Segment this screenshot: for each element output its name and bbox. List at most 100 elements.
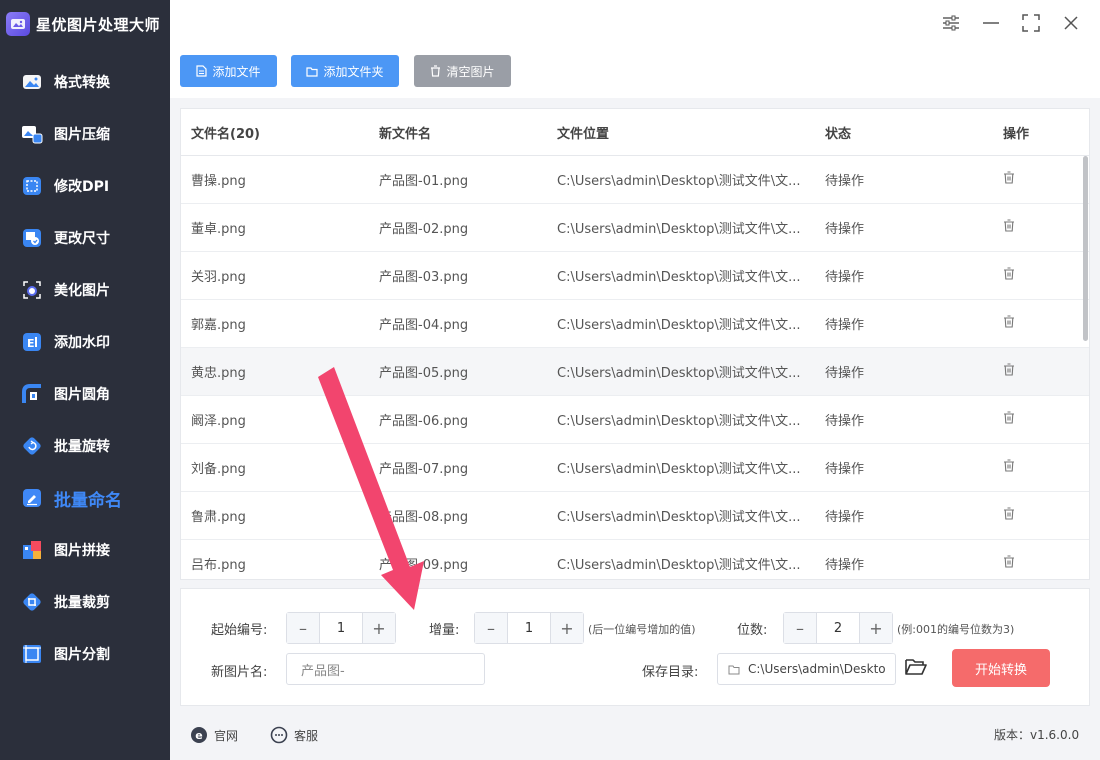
settings-sliders-icon[interactable] — [940, 12, 962, 34]
sidebar-item-11[interactable]: 图片分割 — [0, 628, 170, 680]
table-row[interactable]: 黄忠.png 产品图-05.png C:\Users\admin\Desktop\测… — [181, 348, 1089, 396]
clear-images-label: 清空图片 — [446, 64, 495, 79]
cell-newname: 产品图-09.png — [379, 558, 469, 573]
delete-row-icon[interactable] — [1003, 459, 1063, 476]
delete-row-icon[interactable] — [1003, 315, 1063, 332]
header-filename[interactable]: 文件名(20) — [181, 123, 369, 142]
header-status[interactable]: 状态 — [825, 123, 1003, 142]
cell-location: C:\Users\admin\Desktop\测试文件\文... — [557, 414, 801, 429]
add-folder-button[interactable]: 添加文件夹 — [291, 55, 399, 87]
table-row[interactable]: 关羽.png 产品图-03.png C:\Users\admin\Desktop\测… — [181, 252, 1089, 300]
digits-decrement[interactable]: – — [784, 613, 816, 643]
watermark-icon: E — [20, 330, 44, 354]
increment-input[interactable]: 1 — [507, 613, 551, 643]
digits-hint: (例:001的编号位数为3) — [897, 623, 1015, 636]
cell-location: C:\Users\admin\Desktop\测试文件\文... — [557, 222, 801, 237]
sidebar-item-10[interactable]: 批量裁剪 — [0, 576, 170, 628]
brand: 星优图片处理大师 — [0, 0, 170, 48]
save-dir-label: 保存目录: — [642, 665, 699, 680]
increment-increment[interactable]: + — [551, 613, 583, 643]
sidebar-item-6[interactable]: 图片圆角 — [0, 368, 170, 420]
cell-filename: 刘备.png — [191, 462, 246, 477]
add-folder-label: 添加文件夹 — [323, 64, 384, 79]
sidebar-item-label: 批量命名 — [54, 490, 122, 511]
sidebar-item-label: 修改DPI — [54, 179, 110, 195]
sidebar-item-0[interactable]: 格式转换 — [0, 56, 170, 108]
footer: e 官网 客服 版本：v1.6.0.0 — [170, 712, 1100, 760]
delete-row-icon[interactable] — [1003, 411, 1063, 428]
digits-increment[interactable]: + — [860, 613, 892, 643]
sidebar-item-2[interactable]: 修改DPI — [0, 160, 170, 212]
save-dir-input[interactable]: C:\Users\admin\Deskto — [717, 653, 896, 685]
resize-icon — [20, 226, 44, 250]
sidebar-item-label: 图片圆角 — [54, 387, 110, 403]
sidebar-item-1[interactable]: 图片压缩 — [0, 108, 170, 160]
cell-location: C:\Users\admin\Desktop\测试文件\文... — [557, 462, 801, 477]
cell-newname: 产品图-01.png — [379, 174, 469, 189]
add-file-button[interactable]: 添加文件 — [180, 55, 277, 87]
minimize-icon[interactable] — [980, 12, 1002, 34]
svg-text:e: e — [195, 729, 202, 742]
support-link[interactable]: 客服 — [270, 726, 318, 744]
start-number-input[interactable]: 1 — [319, 613, 363, 643]
table-row[interactable]: 鲁肃.png 产品图-08.png C:\Users\admin\Desktop\测… — [181, 492, 1089, 540]
website-link[interactable]: e 官网 — [190, 726, 238, 744]
cell-status: 待操作 — [825, 270, 865, 285]
maximize-icon[interactable] — [1020, 12, 1042, 34]
app-logo-icon — [6, 12, 30, 36]
increment-label: 增量: — [429, 623, 460, 638]
title-bar — [170, 0, 1100, 48]
sidebar-item-label: 图片拼接 — [54, 543, 110, 559]
rename-settings-panel: 起始编号: – 1 + 增量: – 1 + (后一位编号增加的值) 位数: – … — [180, 588, 1090, 706]
sidebar-item-7[interactable]: 批量旋转 — [0, 420, 170, 472]
cell-filename: 曹操.png — [191, 174, 246, 189]
cell-filename: 吕布.png — [191, 558, 246, 573]
start-convert-button[interactable]: 开始转换 — [952, 649, 1050, 687]
increment-hint: (后一位编号增加的值) — [588, 623, 696, 636]
delete-row-icon[interactable] — [1003, 507, 1063, 524]
increment-decrement[interactable]: – — [475, 613, 507, 643]
stitch-icon — [20, 538, 44, 562]
table-row[interactable]: 董卓.png 产品图-02.png C:\Users\admin\Desktop\测… — [181, 204, 1089, 252]
cell-status: 待操作 — [825, 462, 865, 477]
file-table: 文件名(20) 新文件名 文件位置 状态 操作 曹操.png 产品图-01.png… — [180, 108, 1090, 580]
delete-row-icon[interactable] — [1003, 171, 1063, 188]
sidebar-item-label: 图片分割 — [54, 647, 110, 663]
cell-status: 待操作 — [825, 366, 865, 381]
sidebar-item-8[interactable]: 批量命名 — [0, 472, 170, 524]
start-number-decrement[interactable]: – — [287, 613, 319, 643]
sidebar-item-label: 更改尺寸 — [54, 231, 110, 247]
delete-row-icon[interactable] — [1003, 267, 1063, 284]
start-number-increment[interactable]: + — [363, 613, 395, 643]
ie-browser-icon: e — [191, 727, 207, 743]
delete-row-icon[interactable] — [1003, 555, 1063, 572]
digits-input[interactable]: 2 — [816, 613, 860, 643]
sidebar-item-3[interactable]: 更改尺寸 — [0, 212, 170, 264]
sidebar-item-4[interactable]: 美化图片 — [0, 264, 170, 316]
folder-small-icon — [728, 665, 740, 674]
support-label: 客服 — [294, 728, 319, 743]
version-label: 版本：v1.6.0.0 — [994, 728, 1080, 742]
clear-images-button[interactable]: 清空图片 — [414, 55, 511, 87]
table-row[interactable]: 曹操.png 产品图-01.png C:\Users\admin\Desktop\测… — [181, 156, 1089, 204]
header-location[interactable]: 文件位置 — [557, 123, 825, 142]
image-convert-icon — [20, 70, 44, 94]
close-icon[interactable] — [1060, 12, 1082, 34]
open-folder-icon[interactable] — [905, 658, 927, 680]
table-row[interactable]: 阚泽.png 产品图-06.png C:\Users\admin\Desktop\测… — [181, 396, 1089, 444]
table-row[interactable]: 郭嘉.png 产品图-04.png C:\Users\admin\Desktop\测… — [181, 300, 1089, 348]
delete-row-icon[interactable] — [1003, 363, 1063, 380]
delete-row-icon[interactable] — [1003, 219, 1063, 236]
website-label: 官网 — [214, 728, 239, 743]
cell-filename: 郭嘉.png — [191, 318, 246, 333]
toolbar: 添加文件 添加文件夹 清空图片 — [170, 48, 1100, 98]
sidebar-item-9[interactable]: 图片拼接 — [0, 524, 170, 576]
sidebar-item-5[interactable]: E 添加水印 — [0, 316, 170, 368]
table-row[interactable]: 刘备.png 产品图-07.png C:\Users\admin\Desktop\测… — [181, 444, 1089, 492]
header-newname[interactable]: 新文件名 — [369, 123, 557, 142]
table-scrollbar[interactable] — [1083, 156, 1088, 341]
table-row[interactable]: 吕布.png 产品图-09.png C:\Users\admin\Desktop\测… — [181, 540, 1089, 579]
cell-location: C:\Users\admin\Desktop\测试文件\文... — [557, 270, 801, 285]
new-name-input[interactable]: 产品图- — [286, 653, 485, 685]
cell-newname: 产品图-07.png — [379, 462, 469, 477]
